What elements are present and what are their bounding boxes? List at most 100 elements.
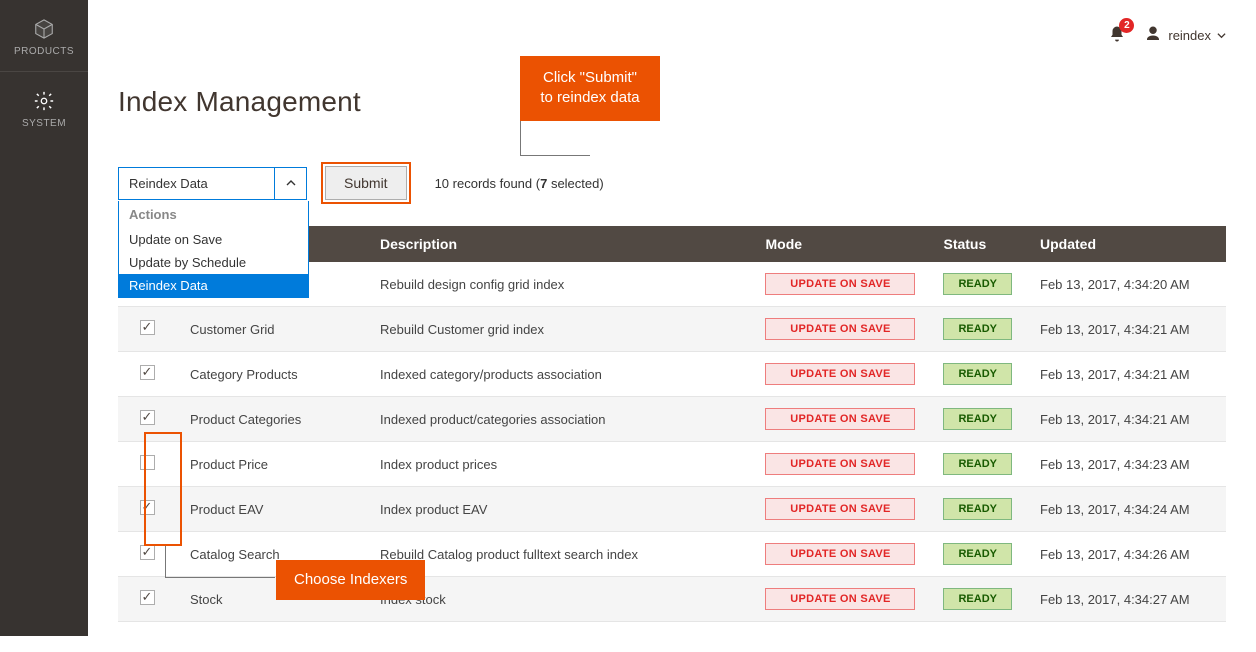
bell-icon — [1108, 32, 1126, 47]
mode-badge: UPDATE ON SAVE — [765, 588, 915, 610]
table-row: Category ProductsIndexed category/produc… — [118, 352, 1226, 397]
cell-mode: UPDATE ON SAVE — [751, 397, 929, 442]
cell-description: Indexed product/categories association — [366, 397, 751, 442]
notifications-button[interactable]: 2 — [1108, 24, 1126, 47]
status-badge: READY — [943, 453, 1012, 475]
cell-indexer: Customer Grid — [176, 307, 366, 352]
callout-text: to reindex data — [538, 88, 642, 108]
cell-status: READY — [929, 397, 1026, 442]
sidebar-item-label: PRODUCTS — [0, 46, 88, 57]
column-header-status: Status — [929, 226, 1026, 262]
cell-indexer: Product EAV — [176, 487, 366, 532]
table-row: Product EAVIndex product EAV UPDATE ON SA… — [118, 487, 1226, 532]
grid-toolbar: Reindex Data Actions Update on Save Upda… — [118, 162, 1226, 204]
cell-updated: Feb 13, 2017, 4:34:21 AM — [1026, 352, 1226, 397]
submit-highlight: Submit — [321, 162, 411, 204]
cell-mode: UPDATE ON SAVE — [751, 577, 929, 622]
cell-indexer: Product Categories — [176, 397, 366, 442]
cell-description: Index product EAV — [366, 487, 751, 532]
mass-action-selected-label: Reindex Data — [119, 176, 274, 191]
cell-description: Index product prices — [366, 442, 751, 487]
cell-mode: UPDATE ON SAVE — [751, 307, 929, 352]
cell-mode: UPDATE ON SAVE — [751, 532, 929, 577]
cell-description: Rebuild design config grid index — [366, 262, 751, 307]
cell-updated: Feb 13, 2017, 4:34:27 AM — [1026, 577, 1226, 622]
dropdown-item-reindex-data[interactable]: Reindex Data — [119, 274, 308, 297]
cell-status: READY — [929, 442, 1026, 487]
row-checkbox[interactable] — [140, 410, 155, 425]
mode-badge: UPDATE ON SAVE — [765, 363, 915, 385]
cell-updated: Feb 13, 2017, 4:34:23 AM — [1026, 442, 1226, 487]
table-row: Customer GridRebuild Customer grid index… — [118, 307, 1226, 352]
column-header-mode: Mode — [751, 226, 929, 262]
row-checkbox[interactable] — [140, 500, 155, 515]
callout-text: Click "Submit" — [538, 68, 642, 88]
cell-status: READY — [929, 487, 1026, 532]
notification-count-badge: 2 — [1119, 18, 1134, 33]
status-badge: READY — [943, 408, 1012, 430]
mass-action-toggle[interactable] — [274, 168, 306, 199]
row-checkbox[interactable] — [140, 365, 155, 380]
user-icon — [1144, 25, 1162, 46]
admin-sidebar: PRODUCTS SYSTEM — [0, 0, 88, 636]
cell-updated: Feb 13, 2017, 4:34:20 AM — [1026, 262, 1226, 307]
cell-status: READY — [929, 532, 1026, 577]
mode-badge: UPDATE ON SAVE — [765, 543, 915, 565]
cell-updated: Feb 13, 2017, 4:34:24 AM — [1026, 487, 1226, 532]
row-checkbox[interactable] — [140, 320, 155, 335]
dropdown-item-update-by-schedule[interactable]: Update by Schedule — [119, 251, 308, 274]
sidebar-item-label: SYSTEM — [0, 118, 88, 129]
cell-updated: Feb 13, 2017, 4:34:21 AM — [1026, 397, 1226, 442]
cell-description: Rebuild Customer grid index — [366, 307, 751, 352]
sidebar-item-products[interactable]: PRODUCTS — [0, 0, 88, 71]
gear-icon — [0, 90, 88, 112]
sidebar-item-system[interactable]: SYSTEM — [0, 71, 88, 143]
status-badge: READY — [943, 498, 1012, 520]
cell-status: READY — [929, 262, 1026, 307]
mode-badge: UPDATE ON SAVE — [765, 408, 915, 430]
package-icon — [0, 18, 88, 40]
status-badge: READY — [943, 273, 1012, 295]
account-menu[interactable]: reindex — [1144, 25, 1226, 46]
chevron-up-icon — [286, 176, 296, 191]
mass-action-select[interactable]: Reindex Data Actions Update on Save Upda… — [118, 167, 307, 200]
column-header-description: Description — [366, 226, 751, 262]
cell-status: READY — [929, 307, 1026, 352]
cell-mode: UPDATE ON SAVE — [751, 352, 929, 397]
records-found-prefix: 10 records found ( — [435, 176, 541, 191]
username-label: reindex — [1168, 28, 1211, 43]
records-found-label: 10 records found (7 selected) — [435, 176, 604, 191]
row-checkbox[interactable] — [140, 545, 155, 560]
submit-button[interactable]: Submit — [325, 166, 407, 200]
status-badge: READY — [943, 363, 1012, 385]
mass-action-dropdown: Actions Update on Save Update by Schedul… — [118, 201, 309, 298]
status-badge: READY — [943, 588, 1012, 610]
table-row: Product PriceIndex product prices UPDATE … — [118, 442, 1226, 487]
cell-indexer: Product Price — [176, 442, 366, 487]
mode-badge: UPDATE ON SAVE — [765, 273, 915, 295]
cell-mode: UPDATE ON SAVE — [751, 487, 929, 532]
cell-mode: UPDATE ON SAVE — [751, 262, 929, 307]
records-found-suffix: selected) — [547, 176, 603, 191]
mode-badge: UPDATE ON SAVE — [765, 318, 915, 340]
cell-status: READY — [929, 577, 1026, 622]
cell-updated: Feb 13, 2017, 4:34:21 AM — [1026, 307, 1226, 352]
page-title: Index Management — [118, 86, 1226, 118]
callout-choose-indexers: Choose Indexers — [276, 560, 425, 600]
dropdown-header: Actions — [119, 201, 308, 228]
callout-submit: Click "Submit" to reindex data — [520, 56, 660, 121]
cell-status: READY — [929, 352, 1026, 397]
cell-description: Indexed category/products association — [366, 352, 751, 397]
main-content: 2 reindex Index Management Reindex Data … — [88, 0, 1256, 652]
status-badge: READY — [943, 543, 1012, 565]
row-checkbox[interactable] — [140, 455, 155, 470]
header-bar: 2 reindex — [118, 0, 1226, 70]
table-row: Product CategoriesIndexed product/catego… — [118, 397, 1226, 442]
mode-badge: UPDATE ON SAVE — [765, 498, 915, 520]
cell-updated: Feb 13, 2017, 4:34:26 AM — [1026, 532, 1226, 577]
cell-indexer: Category Products — [176, 352, 366, 397]
row-checkbox[interactable] — [140, 590, 155, 605]
chevron-down-icon — [1217, 28, 1226, 43]
mode-badge: UPDATE ON SAVE — [765, 453, 915, 475]
dropdown-item-update-on-save[interactable]: Update on Save — [119, 228, 308, 251]
